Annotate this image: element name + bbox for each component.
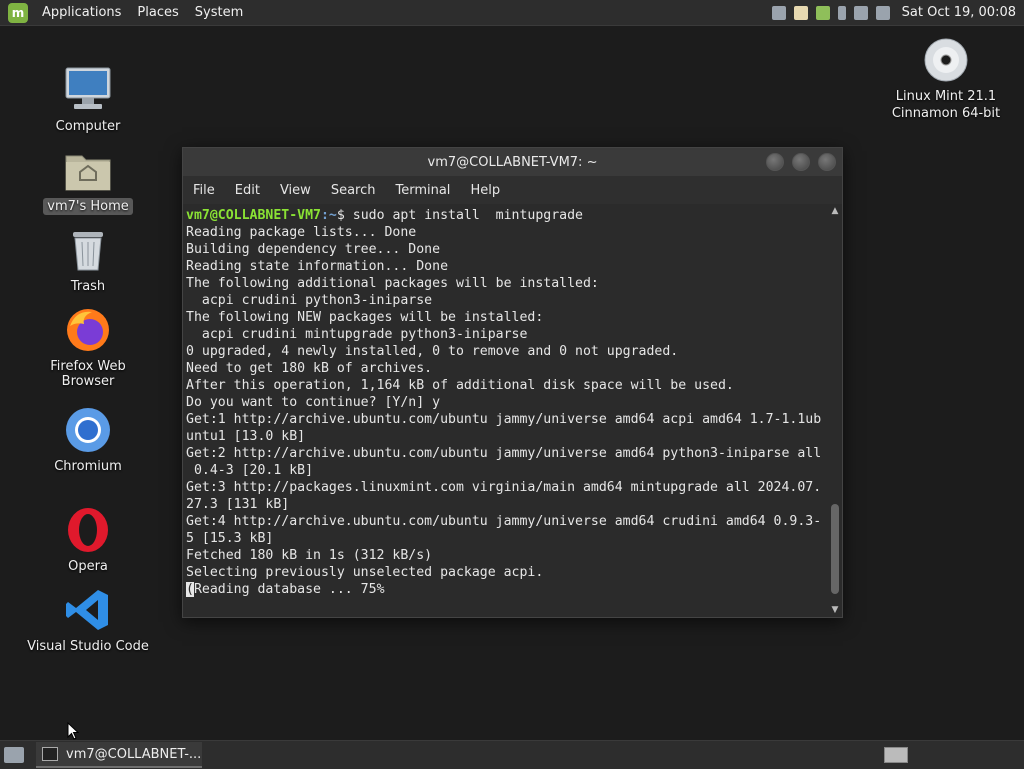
output-line: Do you want to continue? [Y/n] y	[186, 395, 441, 410]
opera-icon	[64, 506, 112, 554]
menu-terminal[interactable]: Terminal	[385, 183, 460, 198]
terminal-window[interactable]: vm7@COLLABNET-VM7: ~ File Edit View Sear…	[182, 147, 843, 618]
desktop-label: Firefox Web Browser	[50, 359, 126, 389]
scroll-down-arrow-icon[interactable]: ▼	[828, 603, 842, 617]
bottom-panel: vm7@COLLABNET-...	[0, 740, 1024, 769]
output-line: 0.4-3 [20.1 kB]	[186, 463, 314, 478]
current-line: (Reading database ... 75%	[186, 581, 826, 598]
taskbar-window-button[interactable]: vm7@COLLABNET-...	[36, 742, 202, 768]
output-line: Get:4 http://archive.ubuntu.com/ubuntu j…	[186, 514, 822, 529]
home-folder-icon	[64, 146, 112, 194]
close-button[interactable]	[818, 153, 836, 171]
menu-edit[interactable]: Edit	[225, 183, 270, 198]
window-controls	[766, 153, 836, 171]
desktop-label: vm7's Home	[43, 198, 133, 215]
desktop-icon-chromium[interactable]: Chromium	[18, 406, 158, 475]
output-line: Reading package lists... Done	[186, 225, 417, 240]
output-line: 0 upgraded, 4 newly installed, 0 to remo…	[186, 344, 679, 359]
menu-file[interactable]: File	[183, 183, 225, 198]
scroll-up-arrow-icon[interactable]: ▲	[828, 204, 842, 218]
desktop-icon-disc[interactable]: Linux Mint 21.1 Cinnamon 64-bit	[876, 36, 1016, 122]
disc-icon	[922, 36, 970, 84]
scrollbar-thumb[interactable]	[831, 504, 839, 594]
terminal-scrollbar[interactable]: ▲ ▼	[828, 204, 842, 617]
network-icon[interactable]	[771, 5, 786, 20]
prompt-user: vm7@COLLABNET-VM7	[186, 208, 321, 223]
menu-places[interactable]: Places	[129, 5, 186, 20]
desktop-icon-opera[interactable]: Opera	[18, 506, 158, 575]
window-titlebar[interactable]: vm7@COLLABNET-VM7: ~	[183, 148, 842, 176]
output-line: 5 [15.3 kB]	[186, 531, 274, 546]
output-line: Building dependency tree... Done	[186, 242, 441, 257]
desktop-icon-trash[interactable]: Trash	[18, 226, 158, 295]
current-line-text: Reading database ... 75%	[193, 582, 385, 597]
clock[interactable]: Sat Oct 19, 00:08	[902, 5, 1016, 20]
desktop-label: Trash	[70, 279, 106, 294]
network-wired-icon[interactable]	[875, 5, 890, 20]
terminal-icon	[42, 747, 58, 761]
desktop-icon-computer[interactable]: Computer	[18, 66, 158, 135]
show-desktop-icon[interactable]	[4, 747, 24, 763]
prompt-line: vm7@COLLABNET-VM7:~$ sudo apt install mi…	[186, 207, 826, 224]
prompt-path: :~	[320, 208, 337, 223]
computer-icon	[64, 66, 112, 114]
workspace-switcher[interactable]	[884, 747, 908, 763]
output-line: Selecting previously unselected package …	[186, 565, 544, 580]
menu-view[interactable]: View	[270, 183, 321, 198]
output-line: Reading state information... Done	[186, 259, 449, 274]
firefox-icon	[64, 306, 112, 354]
output-line: untu1 [13.0 kB]	[186, 429, 306, 444]
mint-menu-icon[interactable]: m	[8, 2, 28, 23]
window-title: vm7@COLLABNET-VM7: ~	[427, 154, 598, 170]
taskbar-window-label: vm7@COLLABNET-...	[66, 746, 202, 762]
volume-icon[interactable]	[853, 5, 868, 20]
vscode-icon	[64, 586, 112, 634]
system-tray: Sat Oct 19, 00:08	[768, 0, 1024, 25]
desktop-icon-home[interactable]: vm7's Home	[18, 146, 158, 215]
disc-label-line2: Cinnamon 64-bit	[891, 106, 1001, 121]
output-line: Fetched 180 kB in 1s (312 kB/s)	[186, 548, 433, 563]
desktop-icon-vscode[interactable]: Visual Studio Code	[18, 586, 158, 655]
mouse-pointer-icon	[67, 722, 79, 740]
top-panel: m Applications Places System Sat Oct 19,…	[0, 0, 1024, 26]
output-line: acpi crudini mintupgrade python3-inipars…	[186, 327, 528, 342]
menu-help[interactable]: Help	[460, 183, 510, 198]
maximize-button[interactable]	[792, 153, 810, 171]
minimize-button[interactable]	[766, 153, 784, 171]
output-line: The following additional packages will b…	[186, 276, 599, 291]
desktop-label: Visual Studio Code	[27, 639, 149, 654]
prompt-command: $ sudo apt install mintupgrade	[336, 208, 584, 223]
menu-system[interactable]: System	[187, 5, 251, 20]
terminal-cursor: (	[186, 582, 194, 597]
desktop-label: Opera	[68, 559, 108, 574]
chromium-icon	[64, 406, 112, 454]
output-line: 27.3 [131 kB]	[186, 497, 290, 512]
desktop-icon-firefox[interactable]: Firefox Web Browser	[18, 306, 158, 390]
mic-icon[interactable]	[837, 5, 846, 20]
notes-icon[interactable]	[793, 5, 808, 20]
output-line: After this operation, 1,164 kB of additi…	[186, 378, 734, 393]
output-line: Get:2 http://archive.ubuntu.com/ubuntu j…	[186, 446, 822, 461]
output-line: Get:3 http://packages.linuxmint.com virg…	[186, 480, 822, 495]
terminal-menubar: File Edit View Search Terminal Help	[183, 176, 842, 204]
output-line: acpi crudini python3-iniparse	[186, 293, 433, 308]
output-line: Need to get 180 kB of archives.	[186, 361, 433, 376]
desktop-label: Computer	[55, 119, 121, 134]
shield-icon[interactable]	[815, 5, 830, 20]
disc-label-line1: Linux Mint 21.1	[895, 89, 997, 104]
output-line: The following NEW packages will be insta…	[186, 310, 544, 325]
trash-icon	[64, 226, 112, 274]
desktop-label: Chromium	[54, 459, 122, 474]
terminal-output[interactable]: vm7@COLLABNET-VM7:~$ sudo apt install mi…	[183, 204, 826, 617]
menu-applications[interactable]: Applications	[34, 5, 129, 20]
menu-search[interactable]: Search	[321, 183, 386, 198]
output-line: Get:1 http://archive.ubuntu.com/ubuntu j…	[186, 412, 822, 427]
